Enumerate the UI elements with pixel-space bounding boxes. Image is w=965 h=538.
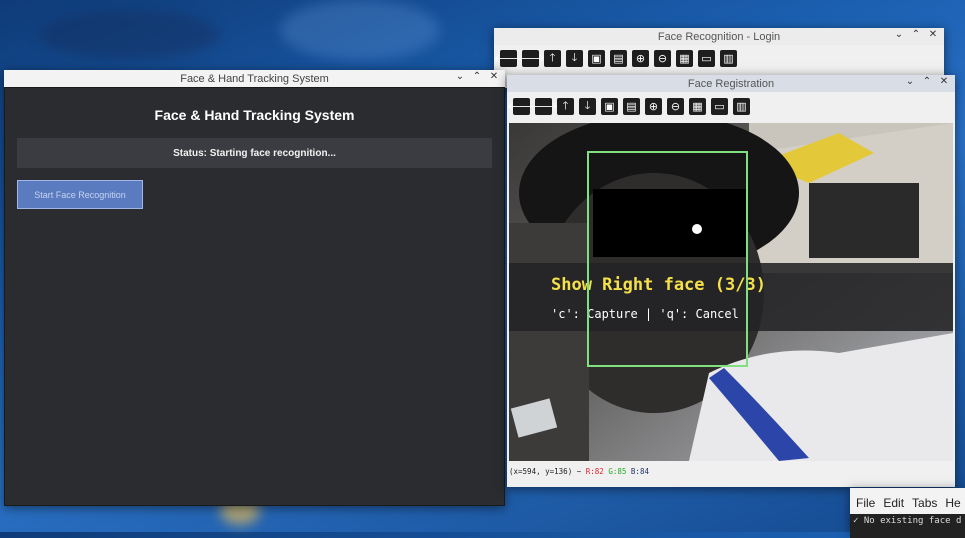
menu-file[interactable]: File xyxy=(856,496,875,514)
app-window-title: Face & Hand Tracking System xyxy=(180,72,329,85)
save-icon[interactable]: ▦ xyxy=(689,97,706,115)
arrow-up-icon[interactable]: 🡑 xyxy=(544,49,561,67)
zoom-region-icon[interactable]: ▤ xyxy=(610,49,627,67)
arrow-left-icon[interactable]: 🡐 xyxy=(494,49,523,67)
login-window-title: Face Recognition - Login xyxy=(657,30,781,43)
menu-tabs[interactable]: Tabs xyxy=(912,496,937,514)
menu-help[interactable]: He xyxy=(945,496,960,514)
arrow-left-icon[interactable]: 🡐 xyxy=(507,97,536,115)
arrow-up-icon[interactable]: 🡑 xyxy=(557,97,574,115)
page-title: Face & Hand Tracking System xyxy=(154,107,355,123)
camera-feed-view[interactable]: Show Right face (3/3) 'c': Capture | 'q'… xyxy=(509,123,953,461)
terminal-menubar: File Edit Tabs He xyxy=(850,488,965,514)
pan-icon[interactable]: ▣ xyxy=(601,97,618,115)
app-titlebar[interactable]: Face & Hand Tracking System ⌄ ⌃ ✕ xyxy=(4,70,505,87)
start-face-recognition-button[interactable]: Start Face Recognition xyxy=(17,180,143,209)
face-registration-window[interactable]: Face Registration ⌄ ⌃ ✕ 🡐 🡒 🡑 🡓 ▣ ▤ ⊕ ⊖ … xyxy=(507,75,955,487)
chevron-down-icon[interactable]: ⌄ xyxy=(905,76,915,87)
chevron-up-icon[interactable]: ⌃ xyxy=(922,76,932,87)
menu-edit[interactable]: Edit xyxy=(883,496,904,514)
properties-icon[interactable]: ▥ xyxy=(720,49,737,67)
pixel-r-value: R:82 xyxy=(585,467,604,476)
save-icon[interactable]: ▦ xyxy=(676,49,693,67)
close-icon[interactable]: ✕ xyxy=(939,76,949,87)
chevron-up-icon[interactable]: ⌃ xyxy=(911,29,921,40)
arrow-down-icon[interactable]: 🡓 xyxy=(579,97,596,115)
login-toolbar: 🡐 🡒 🡑 🡓 ▣ ▤ ⊕ ⊖ ▦ ▭ ▥ xyxy=(494,45,944,71)
registration-window-title: Face Registration xyxy=(687,77,775,90)
pixel-b-value: B:84 xyxy=(630,467,649,476)
properties-icon[interactable]: ▥ xyxy=(733,97,750,115)
arrow-down-icon[interactable]: 🡓 xyxy=(566,49,583,67)
status-label: Status: Starting face recognition... xyxy=(17,138,492,168)
pan-icon[interactable]: ▣ xyxy=(588,49,605,67)
chevron-up-icon[interactable]: ⌃ xyxy=(472,71,482,82)
zoom-in-icon[interactable]: ⊕ xyxy=(645,97,662,115)
zoom-out-icon[interactable]: ⊖ xyxy=(667,97,684,115)
zoom-in-icon[interactable]: ⊕ xyxy=(632,49,649,67)
zoom-out-icon[interactable]: ⊖ xyxy=(654,49,671,67)
terminal-window[interactable]: File Edit Tabs He ✓ No existing face d xyxy=(850,488,965,538)
arrow-right-icon[interactable]: 🡒 xyxy=(529,97,558,115)
pixel-g-value: G:85 xyxy=(608,467,627,476)
registration-toolbar: 🡐 🡒 🡑 🡓 ▣ ▤ ⊕ ⊖ ▦ ▭ ▥ xyxy=(507,92,955,120)
registration-titlebar[interactable]: Face Registration ⌄ ⌃ ✕ xyxy=(507,75,955,92)
chevron-down-icon[interactable]: ⌄ xyxy=(455,71,465,82)
close-icon[interactable]: ✕ xyxy=(928,29,938,40)
tracking-app-window[interactable]: Face & Hand Tracking System ⌄ ⌃ ✕ Face &… xyxy=(4,70,505,506)
zoom-region-icon[interactable]: ▤ xyxy=(623,97,640,115)
copy-icon[interactable]: ▭ xyxy=(698,49,715,67)
app-body: Face & Hand Tracking System Status: Star… xyxy=(4,87,505,506)
arrow-right-icon[interactable]: 🡒 xyxy=(516,49,545,67)
terminal-output-line: ✓ No existing face d xyxy=(850,514,965,538)
face-detection-box xyxy=(587,151,748,367)
login-titlebar[interactable]: Face Recognition - Login ⌄ ⌃ ✕ xyxy=(494,28,944,45)
chevron-down-icon[interactable]: ⌄ xyxy=(894,29,904,40)
pixel-coordinates: (x=594, y=136) ~ xyxy=(509,467,582,476)
close-icon[interactable]: ✕ xyxy=(489,71,499,82)
copy-icon[interactable]: ▭ xyxy=(711,97,728,115)
pixel-info-bar: (x=594, y=136) ~ R:82 G:85 B:84 xyxy=(509,467,649,476)
